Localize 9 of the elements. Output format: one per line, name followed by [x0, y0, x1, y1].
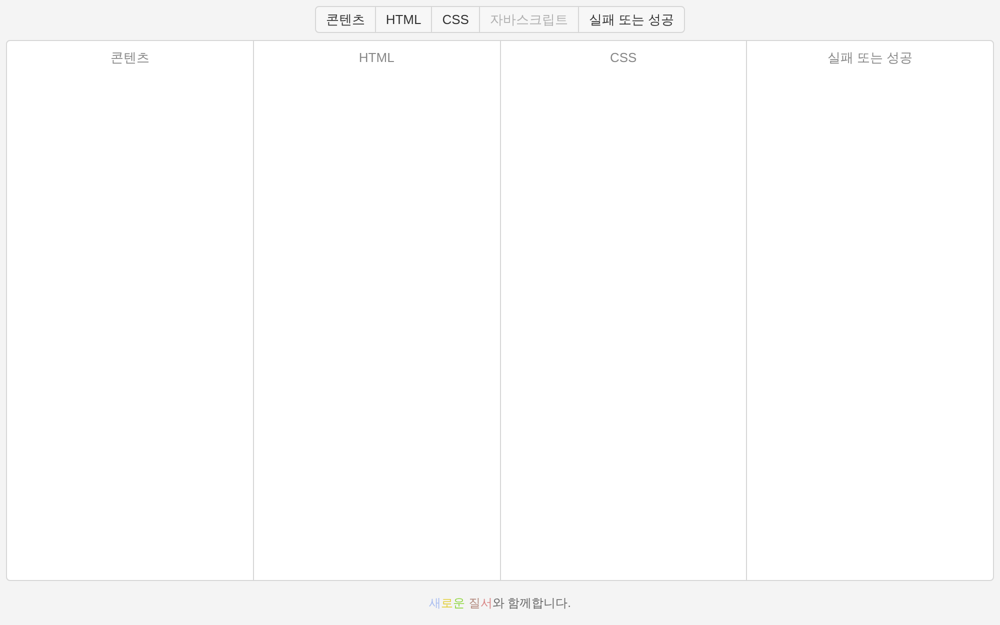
panel-title: HTML: [358, 49, 394, 67]
tab[interactable]: 실패 또는 성공: [578, 7, 684, 32]
tab[interactable]: 콘텐츠: [316, 7, 375, 32]
tab[interactable]: HTML: [374, 7, 432, 32]
panel-title: CSS: [610, 49, 637, 67]
footer-text: 새로운 질서와 함께합니다.: [428, 595, 571, 612]
panel-title: 실패 또는 성공: [828, 49, 913, 67]
panel-title: 콘텐츠: [110, 49, 150, 67]
tab[interactable]: CSS: [431, 7, 479, 32]
